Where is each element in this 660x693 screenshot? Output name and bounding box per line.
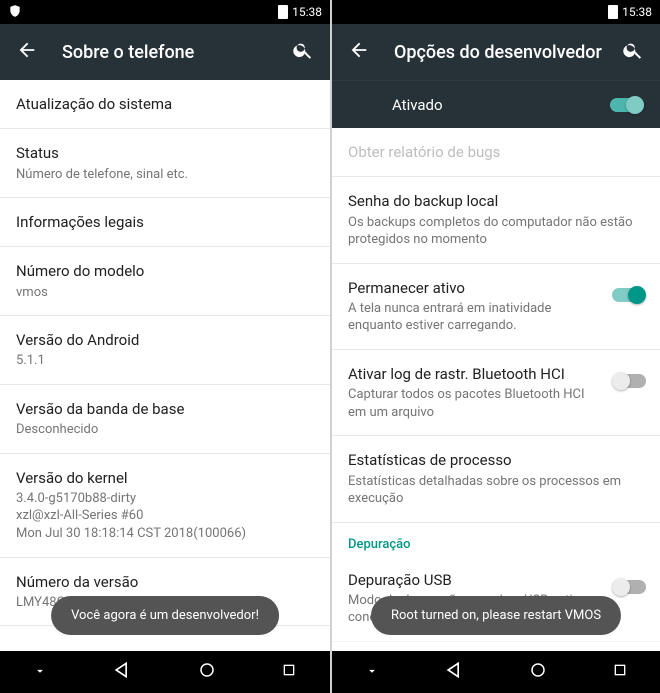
nav-back-icon[interactable] <box>444 660 464 684</box>
page-title: Sobre o telefone <box>62 42 284 63</box>
item-process-stats[interactable]: Estatísticas de processo Estatísticas de… <box>332 436 660 522</box>
phone-right: 15:38 Opções do desenvolvedor Ativado Ob… <box>330 0 660 693</box>
app-bar: Sobre o telefone <box>0 24 330 80</box>
toast-developer: Você agora é um desenvolvedor! <box>51 596 279 635</box>
status-time: 15:38 <box>622 5 652 19</box>
activated-label: Ativado <box>392 96 610 114</box>
content-right: Obter relatório de bugs Senha do backup … <box>332 128 660 651</box>
status-bar: 15:38 <box>0 0 330 24</box>
usb-debug-switch[interactable] <box>612 578 646 596</box>
content-left: Atualização do sistema Status Número de … <box>0 80 330 651</box>
item-stay-awake[interactable]: Permanecer ativo A tela nunca entrará em… <box>332 264 660 350</box>
nav-recent-icon[interactable] <box>281 662 297 682</box>
toast-root: Root turned on, please restart VMOS <box>371 596 621 635</box>
status-time: 15:38 <box>292 5 322 19</box>
back-button[interactable] <box>348 39 370 65</box>
nav-bar <box>332 651 660 693</box>
search-button[interactable] <box>622 39 644 65</box>
item-android-version[interactable]: Versão do Android 5.1.1 <box>0 316 330 385</box>
item-backup-password[interactable]: Senha do backup local Os backups complet… <box>332 177 660 263</box>
back-button[interactable] <box>16 39 38 65</box>
bt-hci-switch[interactable] <box>612 372 646 390</box>
item-baseband[interactable]: Versão da banda de base Desconhecido <box>0 385 330 454</box>
fade <box>332 633 660 651</box>
item-system-update[interactable]: Atualização do sistema <box>0 80 330 129</box>
item-kernel[interactable]: Versão do kernel 3.4.0-g5170b88-dirty xz… <box>0 454 330 558</box>
nav-recent-icon[interactable] <box>612 662 628 682</box>
page-title: Opções do desenvolvedor <box>394 42 614 63</box>
search-button[interactable] <box>292 39 314 65</box>
activated-row[interactable]: Ativado <box>332 80 660 128</box>
item-legal[interactable]: Informações legais <box>0 198 330 247</box>
battery-icon <box>608 5 618 19</box>
activated-switch[interactable] <box>610 96 644 114</box>
item-bt-hci-log[interactable]: Ativar log de rastr. Bluetooth HCI Captu… <box>332 350 660 436</box>
nav-expand-icon[interactable] <box>365 663 379 682</box>
item-model[interactable]: Número do modelo vmos <box>0 247 330 316</box>
app-bar: Opções do desenvolvedor <box>332 24 660 80</box>
battery-icon <box>278 5 288 19</box>
section-debug: Depuração <box>332 523 660 556</box>
phone-left: 15:38 Sobre o telefone Atualização do si… <box>0 0 330 693</box>
nav-home-icon[interactable] <box>198 661 216 683</box>
shield-icon <box>8 4 22 21</box>
nav-expand-icon[interactable] <box>33 663 47 682</box>
item-status[interactable]: Status Número de telefone, sinal etc. <box>0 129 330 198</box>
stay-awake-switch[interactable] <box>612 286 646 304</box>
status-bar: 15:38 <box>332 0 660 24</box>
nav-bar <box>0 651 330 693</box>
nav-back-icon[interactable] <box>112 660 132 684</box>
item-bugreport: Obter relatório de bugs <box>332 128 660 177</box>
nav-home-icon[interactable] <box>529 661 547 683</box>
